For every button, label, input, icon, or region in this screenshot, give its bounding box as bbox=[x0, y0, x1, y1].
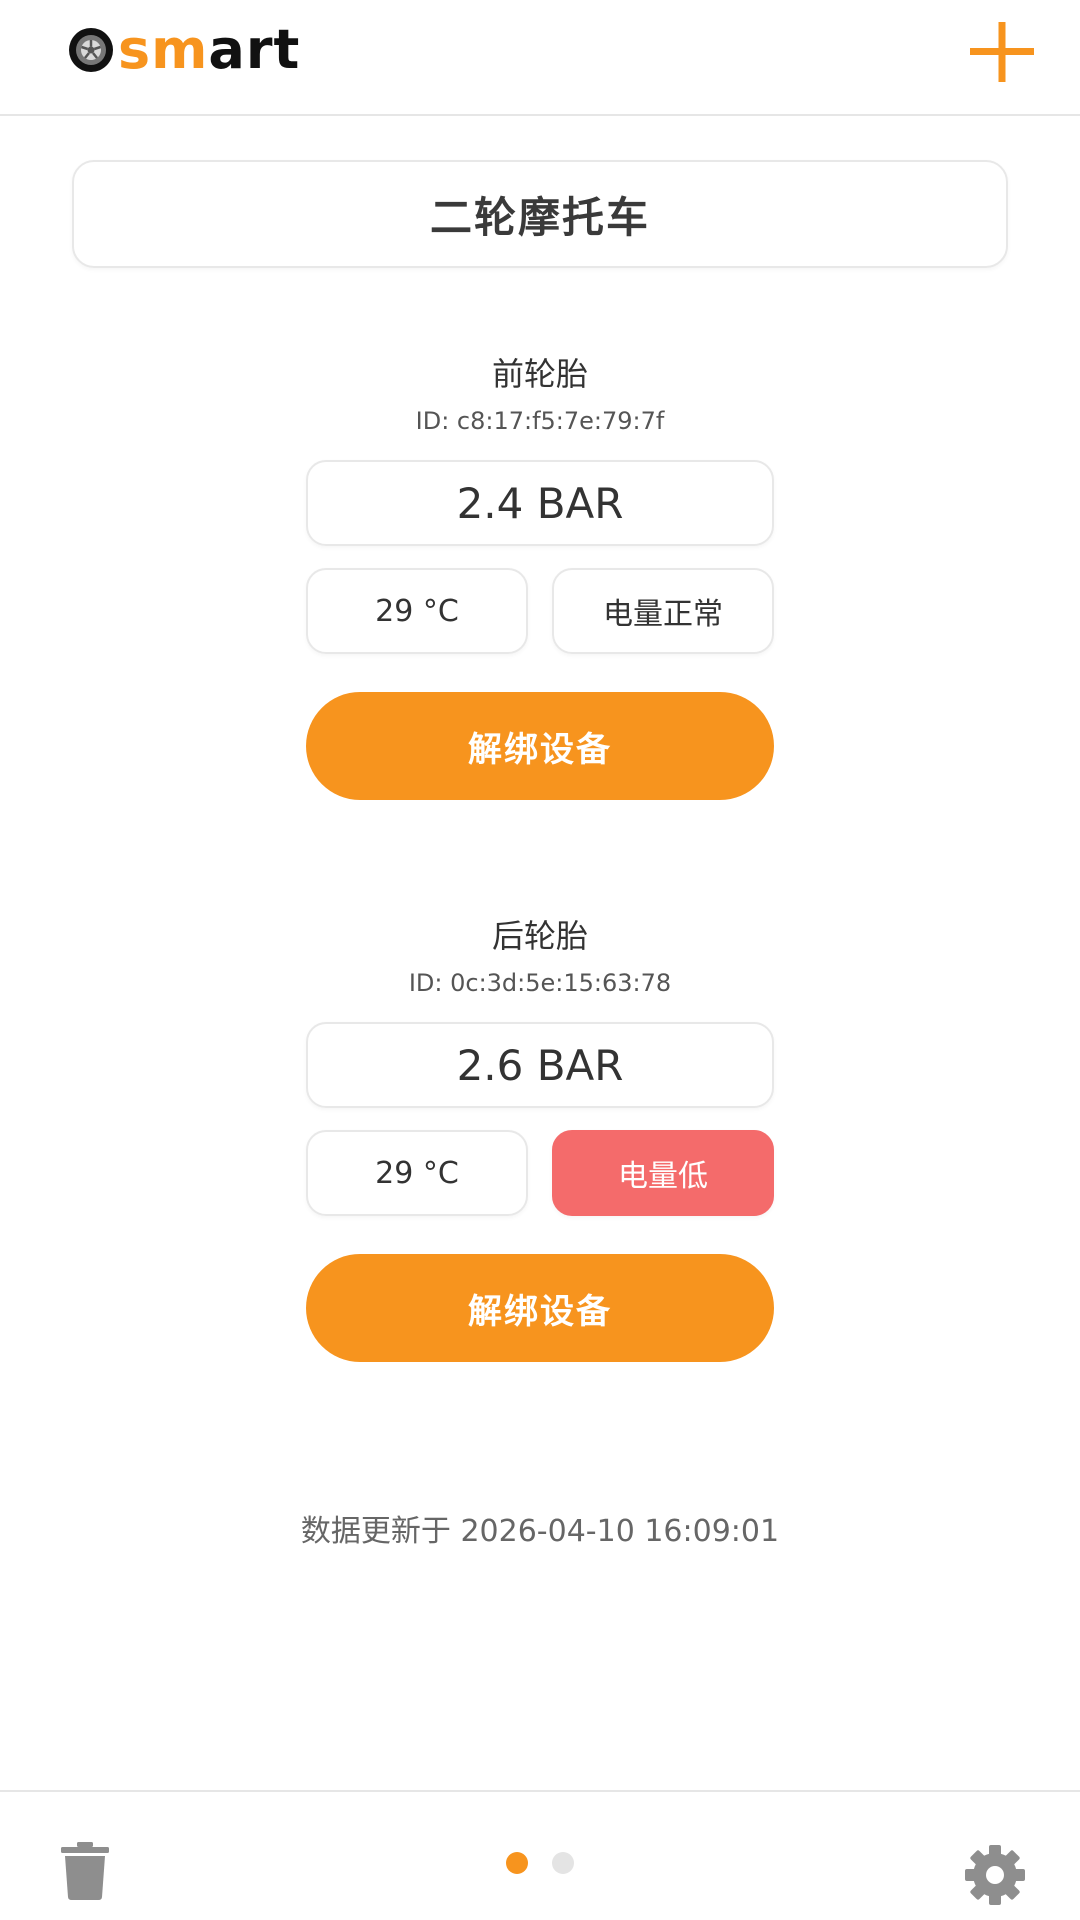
bottom-bar bbox=[0, 1790, 1080, 1920]
page-indicator bbox=[500, 1852, 580, 1876]
unbind-device-button[interactable]: 解绑设备 bbox=[306, 1254, 774, 1362]
front-tire-section: 前轮胎 ID: c8:17:f5:7e:79:7f 2.4 BAR 29 °C … bbox=[0, 352, 1080, 822]
logo-text-dark: art bbox=[208, 18, 301, 81]
battery-status-badge: 电量正常 bbox=[552, 568, 774, 654]
page-dot-active[interactable] bbox=[506, 1852, 528, 1874]
tire-id: ID: c8:17:f5:7e:79:7f bbox=[415, 407, 665, 435]
top-header: smart bbox=[0, 0, 1080, 116]
battery-status-badge: 电量低 bbox=[552, 1130, 774, 1216]
vehicle-name: 二轮摩托车 bbox=[429, 192, 650, 242]
rear-tire-section: 后轮胎 ID: 0c:3d:5e:15:63:78 2.6 BAR 29 °C … bbox=[0, 914, 1080, 1384]
page-dot[interactable] bbox=[552, 1852, 574, 1874]
tire-title: 前轮胎 bbox=[491, 355, 588, 393]
trash-icon[interactable] bbox=[60, 1842, 110, 1900]
tire-icon bbox=[69, 28, 113, 72]
temperature-display: 29 °C bbox=[306, 1130, 528, 1216]
tire-title: 后轮胎 bbox=[491, 917, 588, 955]
temperature-display: 29 °C bbox=[306, 568, 528, 654]
update-timestamp: 数据更新于 2026-04-10 16:09:01 bbox=[300, 1514, 780, 1549]
app-logo: smart bbox=[68, 22, 300, 78]
unbind-device-button[interactable]: 解绑设备 bbox=[306, 692, 774, 800]
pressure-display: 2.4 BAR bbox=[306, 460, 774, 546]
vehicle-name-box[interactable]: 二轮摩托车 bbox=[72, 160, 1008, 268]
logo-text: smart bbox=[118, 22, 300, 78]
plus-icon[interactable] bbox=[970, 22, 1034, 82]
logo-text-orange: sm bbox=[118, 18, 209, 81]
gear-icon[interactable] bbox=[962, 1842, 1028, 1908]
pressure-display: 2.6 BAR bbox=[306, 1022, 774, 1108]
tire-id: ID: 0c:3d:5e:15:63:78 bbox=[408, 969, 672, 997]
